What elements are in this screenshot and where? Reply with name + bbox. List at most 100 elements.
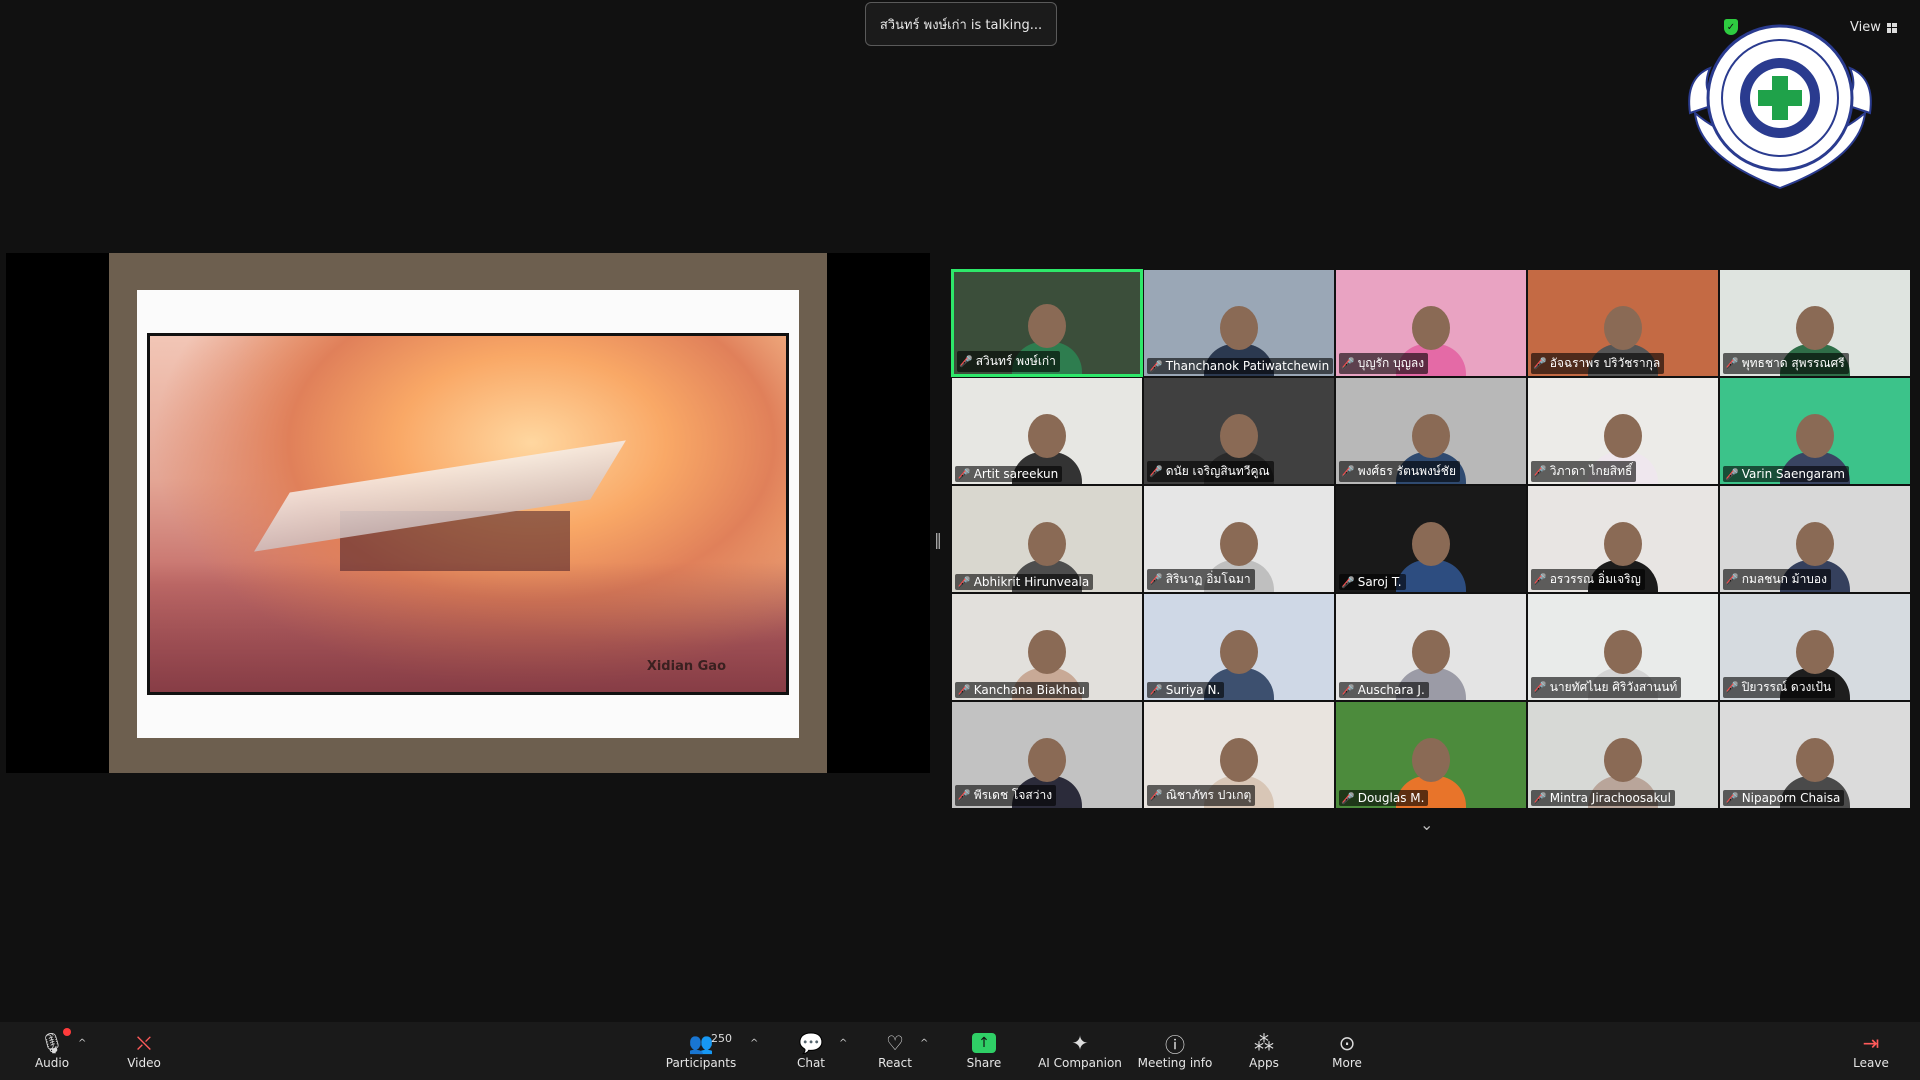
participant-name: พุทธชาด สุพรรณศรี: [1741, 356, 1845, 370]
participant-head: [1604, 630, 1642, 674]
muted-mic-icon: 🎤: [1725, 681, 1739, 694]
muted-mic-icon: 🎤: [1533, 465, 1547, 478]
participant-tile[interactable]: 🎤 พุทธชาด สุพรรณศรี: [1719, 269, 1911, 377]
participant-tile[interactable]: 🎤 Artit sareekun: [951, 377, 1143, 485]
leave-button[interactable]: ⇥ Leave: [1829, 1030, 1913, 1070]
participant-tile[interactable]: 🎤 พงศ์ธร รัตนพงษ์ชัย: [1335, 377, 1527, 485]
participant-head: [1604, 306, 1642, 350]
participant-tile[interactable]: 🎤 ณิชาภัทร ปวเกตุ: [1143, 701, 1335, 809]
participant-tile[interactable]: 🎤 วิภาดา ไกยสิทธิ์: [1527, 377, 1719, 485]
react-button[interactable]: ♡ React: [853, 1030, 937, 1070]
participants-options-caret-icon[interactable]: ^: [750, 1038, 758, 1049]
participant-tile[interactable]: 🎤 Saroj T.: [1335, 485, 1527, 593]
chevron-down-icon[interactable]: ⌄: [1420, 815, 1433, 834]
participant-name: อัจฉราพร ปริวัชรากุล: [1549, 356, 1661, 370]
participant-tile[interactable]: 🎤 นายทัศไนย ศิริวังสานนท์: [1527, 593, 1719, 701]
muted-mic-icon: 🎤: [1341, 575, 1355, 589]
participant-tile[interactable]: 🎤 อรวรรณ อิ่มเจริญ: [1527, 485, 1719, 593]
chat-options-caret-icon[interactable]: ^: [839, 1038, 847, 1049]
react-options-caret-icon[interactable]: ^: [920, 1038, 928, 1049]
camera-off-icon: ⛌: [136, 1031, 152, 1055]
participant-tile[interactable]: 🎤 Auschara J.: [1335, 593, 1527, 701]
more-label: More: [1332, 1056, 1362, 1070]
participant-name: Saroj T.: [1357, 575, 1402, 589]
participant-name: วิภาดา ไกยสิทธิ์: [1549, 464, 1633, 478]
more-button[interactable]: ⊙ More: [1305, 1030, 1389, 1070]
participant-head: [1220, 630, 1258, 674]
participant-tile[interactable]: 🎤 ปิยวรรณ์ ดวงเป้น: [1719, 593, 1911, 701]
share-label: Share: [966, 1056, 1002, 1070]
leave-icon: ⇥: [1862, 1031, 1880, 1055]
video-label: Video: [127, 1056, 161, 1070]
participant-name-tag: 🎤 Kanchana Biakhau: [955, 682, 1090, 698]
muted-mic-icon: 🎤: [957, 683, 971, 697]
muted-mic-icon: 🎤: [959, 355, 973, 368]
participant-head: [1028, 738, 1066, 782]
muted-mic-icon: 🎤: [1533, 357, 1547, 370]
meeting-info-button[interactable]: ⓘ Meeting info: [1133, 1030, 1217, 1071]
participant-tile[interactable]: 🎤 สิรินาฏ อิ่มโฉมา: [1143, 485, 1335, 593]
audio-label: Audio: [34, 1056, 70, 1070]
participant-head: [1220, 522, 1258, 566]
participant-head: [1604, 522, 1642, 566]
participant-tile[interactable]: 🎤 บุญรัก บุญลง: [1335, 269, 1527, 377]
organization-seal-logo: [1688, 24, 1872, 190]
participants-label: Participants: [665, 1056, 737, 1070]
participant-head: [1412, 414, 1450, 458]
participant-tile[interactable]: 🎤 กมลชนก ม้าบอง: [1719, 485, 1911, 593]
participant-tile[interactable]: 🎤 Suriya N.: [1143, 593, 1335, 701]
participant-head: [1220, 306, 1258, 350]
participant-tile[interactable]: 🎤 Abhikrit Hirunveala: [951, 485, 1143, 593]
muted-mic-icon: 🎤: [957, 789, 971, 802]
participant-head: [1028, 522, 1066, 566]
info-icon: ⓘ: [1165, 1032, 1185, 1057]
participant-head: [1796, 306, 1834, 350]
split-view-divider-handle[interactable]: ‖: [934, 528, 942, 552]
participant-name-tag: 🎤 Artit sareekun: [955, 466, 1063, 482]
participant-name: Nipaporn Chaisa: [1741, 791, 1841, 805]
heart-icon: ♡: [886, 1031, 904, 1055]
participant-name: กมลชนก ม้าบอง: [1741, 572, 1827, 586]
participant-tile[interactable]: 🎤 Varin Saengaram: [1719, 377, 1911, 485]
sparkle-icon: ✦: [1071, 1031, 1089, 1055]
participant-tile[interactable]: 🎤 อัจฉราพร ปริวัชรากุล: [1527, 269, 1719, 377]
muted-mic-icon: 🎤: [1341, 791, 1355, 805]
ai-companion-button[interactable]: ✦ AI Companion: [1038, 1030, 1122, 1070]
participant-tile[interactable]: 🎤 Thanchanok Patiwatchewin: [1143, 269, 1335, 377]
participant-name: Douglas M.: [1357, 791, 1425, 805]
participant-name-tag: 🎤 ดนัย เจริญสินทวีคูณ: [1147, 461, 1274, 482]
participant-name: อรวรรณ อิ่มเจริญ: [1549, 572, 1641, 586]
muted-mic-icon: 🎤: [1149, 683, 1163, 697]
participant-tile[interactable]: 🎤 สวินทร์ พงษ์เก่า: [951, 269, 1143, 377]
participant-name: Abhikrit Hirunveala: [973, 575, 1090, 589]
video-button[interactable]: ⛌ Video: [102, 1030, 186, 1070]
participant-tile[interactable]: 🎤 ดนัย เจริญสินทวีคูณ: [1143, 377, 1335, 485]
participant-name: บุญรัก บุญลง: [1357, 356, 1425, 370]
participant-name: Auschara J.: [1357, 683, 1425, 697]
participant-tile[interactable]: 🎤 Douglas M.: [1335, 701, 1527, 809]
participant-tile[interactable]: 🎤 Nipaporn Chaisa: [1719, 701, 1911, 809]
apps-button[interactable]: ⁂ Apps: [1222, 1030, 1306, 1070]
participant-tile[interactable]: 🎤 Mintra Jirachoosakul: [1527, 701, 1719, 809]
participant-name: Thanchanok Patiwatchewin: [1165, 359, 1330, 373]
participants-count: 250: [711, 1032, 732, 1045]
talking-indicator: สวินทร์ พงษ์เก่า is talking...: [865, 2, 1057, 46]
audio-button[interactable]: 🎙 Audio: [10, 1028, 94, 1070]
muted-mic-icon: 🎤: [957, 575, 971, 589]
muted-mic-icon: 🎤: [1149, 573, 1163, 586]
participant-tile[interactable]: 🎤 พีรเดช โจสว่าง: [951, 701, 1143, 809]
participant-name: Artit sareekun: [973, 467, 1059, 481]
chat-button[interactable]: 💬 Chat: [769, 1030, 853, 1070]
meeting-info-label: Meeting info: [1137, 1056, 1213, 1070]
participant-tile[interactable]: 🎤 Kanchana Biakhau: [951, 593, 1143, 701]
participant-name-tag: 🎤 พงศ์ธร รัตนพงษ์ชัย: [1339, 461, 1460, 482]
participant-name-tag: 🎤 พุทธชาด สุพรรณศรี: [1723, 353, 1849, 374]
video-watermark: Xidian Gao: [646, 659, 726, 674]
muted-mic-icon: 🎤: [1149, 465, 1163, 478]
participants-button[interactable]: 👥 250 Participants: [659, 1030, 743, 1070]
muted-mic-icon: 🎤: [1533, 681, 1547, 694]
share-button[interactable]: ↑ Share: [942, 1030, 1026, 1070]
shared-screen[interactable]: Xidian Gao: [6, 253, 930, 773]
participant-head: [1796, 630, 1834, 674]
audio-options-caret-icon[interactable]: ^: [78, 1038, 86, 1049]
